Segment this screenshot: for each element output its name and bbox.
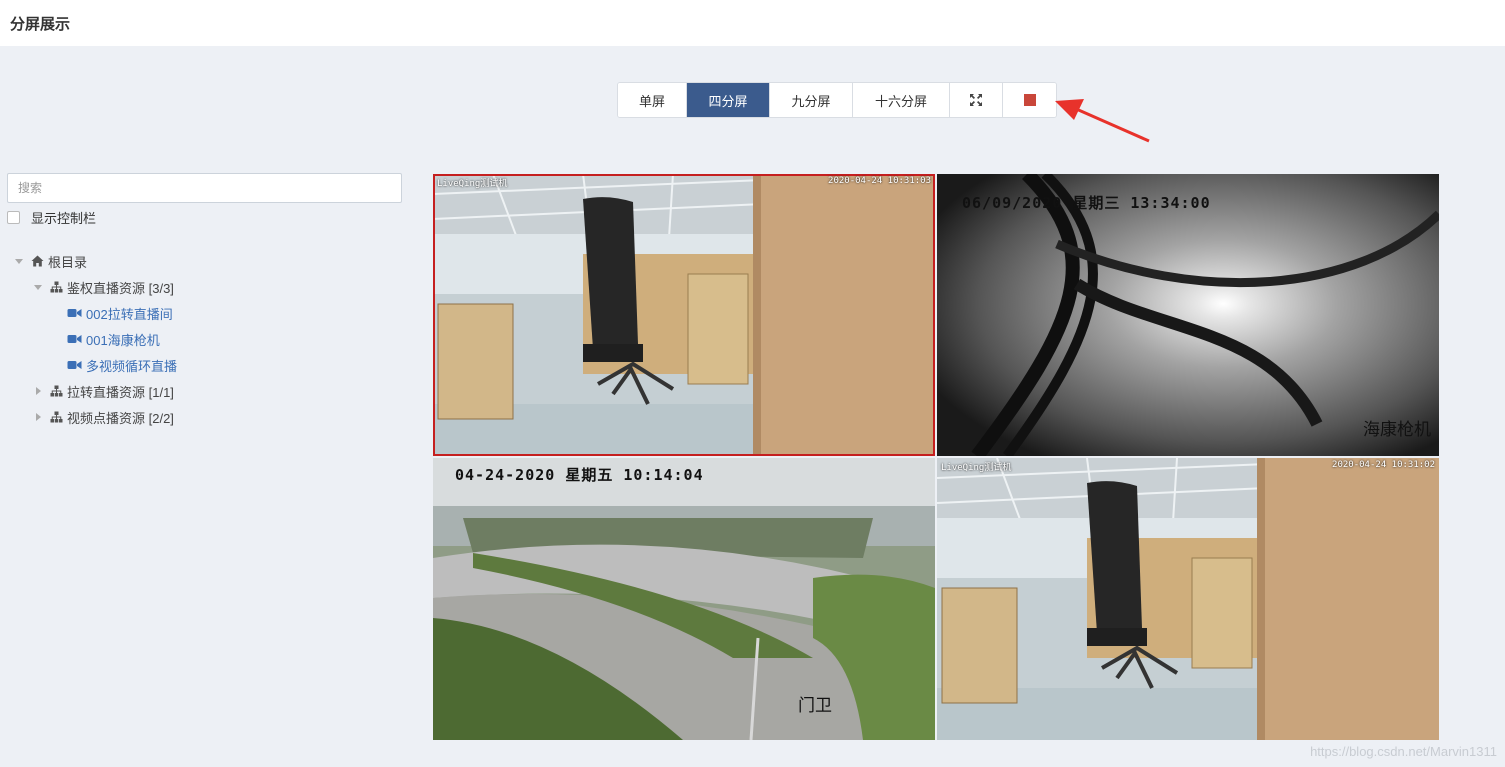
osd-channel: LiveQing测试机 bbox=[941, 463, 1012, 473]
tree-group-auth-live[interactable]: 鉴权直播资源 [3/3] bbox=[14, 274, 177, 300]
tree-group-pull-live[interactable]: 拉转直播资源 [1/1] bbox=[14, 378, 177, 404]
tree-item-channel[interactable]: 002拉转直播间 bbox=[14, 300, 177, 326]
video-frame bbox=[937, 174, 1439, 456]
tree-node-root[interactable]: 根目录 bbox=[14, 248, 177, 274]
fullscreen-icon bbox=[970, 94, 982, 106]
video-frame bbox=[937, 458, 1439, 740]
tree-item-label: 001海康枪机 bbox=[86, 332, 160, 348]
page-header: 分屏展示 bbox=[0, 0, 1505, 46]
osd-channel: LiveQing测试机 bbox=[437, 179, 508, 189]
caret-right-icon[interactable] bbox=[33, 412, 43, 422]
sitemap-icon bbox=[49, 384, 63, 398]
video-camera-icon bbox=[66, 358, 82, 372]
page-title: 分屏展示 bbox=[10, 16, 71, 33]
video-screen-4[interactable]: LiveQing测试机 2020-04-24 10:31:02 bbox=[937, 458, 1439, 740]
watermark: https://blog.csdn.net/Marvin1311 bbox=[1310, 744, 1497, 759]
show-controls-label: 显示控制栏 bbox=[31, 211, 97, 226]
search-input[interactable] bbox=[7, 173, 402, 203]
osd-timestamp: 2020-04-24 10:31:02 bbox=[1332, 460, 1435, 470]
osd-camera-name: 海康枪机 bbox=[1363, 420, 1431, 439]
show-controls-toggle[interactable]: 显示控制栏 bbox=[7, 208, 96, 227]
caret-right-icon[interactable] bbox=[33, 386, 43, 396]
tree-item-label: 002拉转直播间 bbox=[86, 306, 173, 322]
layout-toolbar: 单屏 四分屏 九分屏 十六分屏 bbox=[617, 82, 1057, 118]
video-screen-1[interactable]: LiveQing测试机 2020-04-24 10:31:03 bbox=[433, 174, 935, 456]
show-controls-checkbox[interactable] bbox=[7, 211, 20, 224]
video-grid: LiveQing测试机 2020-04-24 10:31:03 06/09/20… bbox=[433, 174, 1439, 740]
four-screen-button[interactable]: 四分屏 bbox=[687, 83, 770, 117]
osd-timestamp: 04-24-2020 星期五 10:14:04 bbox=[455, 466, 704, 484]
tree-node-label: 视频点播资源 [2/2] bbox=[67, 410, 174, 426]
sixteen-screen-button[interactable]: 十六分屏 bbox=[853, 83, 950, 117]
tree-node-label: 鉴权直播资源 [3/3] bbox=[67, 280, 174, 296]
home-icon bbox=[30, 254, 44, 268]
osd-camera-name: 门卫 bbox=[798, 696, 832, 715]
video-frame bbox=[433, 458, 935, 740]
caret-down-icon[interactable] bbox=[33, 282, 43, 292]
video-camera-icon bbox=[66, 306, 82, 320]
tree-node-label: 拉转直播资源 [1/1] bbox=[67, 384, 174, 400]
tree-item-channel[interactable]: 001海康枪机 bbox=[14, 326, 177, 352]
video-screen-2[interactable]: 06/09/2020 星期三 13:34:00 海康枪机 bbox=[937, 174, 1439, 456]
tree-group-vod[interactable]: 视频点播资源 [2/2] bbox=[14, 404, 177, 430]
nine-screen-button[interactable]: 九分屏 bbox=[770, 83, 853, 117]
fullscreen-button[interactable] bbox=[950, 83, 1003, 117]
stop-all-button[interactable] bbox=[1003, 83, 1056, 117]
caret-down-icon[interactable] bbox=[14, 256, 24, 266]
tree-item-channel[interactable]: 多视频循环直播 bbox=[14, 352, 177, 378]
tree-node-label: 根目录 bbox=[48, 254, 88, 270]
video-frame bbox=[433, 174, 935, 456]
video-camera-icon bbox=[66, 332, 82, 346]
osd-timestamp: 2020-04-24 10:31:03 bbox=[828, 176, 931, 186]
resource-tree: 根目录 鉴权直播资源 [3/3] 002拉转直播间 001海康枪机 多视频循环直… bbox=[14, 248, 177, 430]
video-screen-3[interactable]: 04-24-2020 星期五 10:14:04 门卫 bbox=[433, 458, 935, 740]
sitemap-icon bbox=[49, 280, 63, 294]
sitemap-icon bbox=[49, 410, 63, 424]
osd-timestamp: 06/09/2020 星期三 13:34:00 bbox=[962, 194, 1211, 212]
stop-icon bbox=[1023, 94, 1036, 106]
annotation-arrow bbox=[1055, 99, 1150, 143]
single-screen-button[interactable]: 单屏 bbox=[618, 83, 687, 117]
tree-item-label: 多视频循环直播 bbox=[86, 358, 178, 374]
